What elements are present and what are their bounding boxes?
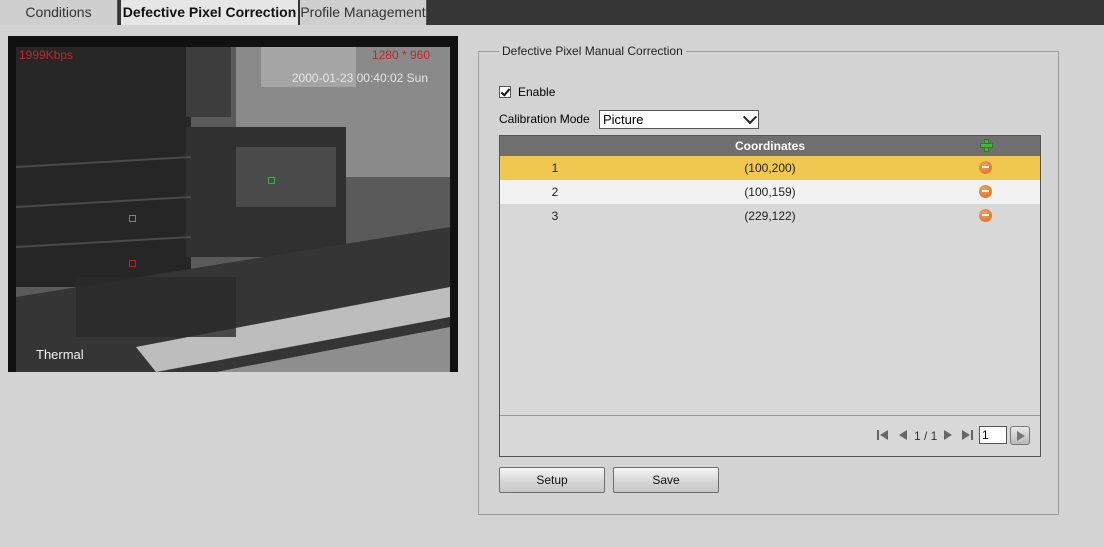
bitrate-overlay: 1999Kbps (19, 48, 74, 62)
row-coordinates: (100,159) (744, 185, 796, 199)
pixel-marker-2[interactable] (129, 215, 136, 222)
row-index: 2 (551, 185, 559, 199)
row-coordinates: (100,200) (744, 161, 796, 175)
row-index: 3 (551, 209, 559, 223)
group-title: Defective Pixel Manual Correction (499, 44, 686, 58)
page-number-input[interactable]: 1 (979, 426, 1007, 444)
tab-defective-pixel-correction[interactable]: Defective Pixel Correction (121, 0, 298, 25)
coordinates-table: Coordinates 1 (100,200) 2 (100,159) 3 (2… (499, 135, 1041, 457)
go-page-icon[interactable] (1010, 426, 1030, 445)
delete-icon[interactable] (979, 209, 992, 222)
pixel-marker-3[interactable] (129, 260, 136, 267)
first-page-icon[interactable] (877, 428, 889, 442)
thermal-scene (16, 47, 450, 372)
enable-label: Enable (518, 84, 556, 99)
calibration-mode-label: Calibration Mode (499, 112, 590, 126)
calibration-mode-select[interactable]: Picture (599, 110, 759, 129)
channel-name-overlay: Thermal (36, 347, 84, 362)
enable-row: Enable (499, 84, 555, 99)
pixel-marker-1[interactable] (268, 177, 275, 184)
table-row[interactable]: 3 (229,122) (500, 204, 1040, 228)
save-button[interactable]: Save (613, 467, 719, 493)
row-coordinates: (229,122) (744, 209, 796, 223)
resolution-overlay: 1280 * 960 (371, 48, 430, 62)
video-preview[interactable]: 1999Kbps 1280 * 960 2000-01-23 00:40:02 … (8, 36, 458, 372)
table-row[interactable]: 2 (100,159) (500, 180, 1040, 204)
tab-bar: Conditions Defective Pixel Correction Pr… (0, 0, 1104, 25)
coordinates-header: Coordinates (734, 139, 805, 153)
add-icon[interactable] (980, 139, 993, 152)
row-index: 1 (551, 161, 559, 175)
enable-checkbox[interactable] (499, 85, 511, 98)
tab-profile-management[interactable]: Profile Management (300, 0, 427, 25)
timestamp-overlay: 2000-01-23 00:40:02 Sun (291, 71, 428, 85)
thermal-image[interactable]: 1999Kbps 1280 * 960 2000-01-23 00:40:02 … (16, 47, 450, 372)
delete-icon[interactable] (979, 161, 992, 174)
page-indicator: 1 / 1 (914, 429, 938, 443)
last-page-icon[interactable] (961, 428, 973, 442)
tab-conditions[interactable]: Conditions (0, 0, 118, 25)
calibration-mode-value: Picture (603, 112, 644, 127)
table-row[interactable]: 1 (100,200) (500, 156, 1040, 180)
pager-divider (500, 415, 1040, 416)
next-page-icon[interactable] (942, 428, 954, 442)
pagination: 1 / 1 1 (500, 426, 1040, 446)
chevron-down-icon (742, 110, 758, 125)
delete-icon[interactable] (979, 185, 992, 198)
table-header: Coordinates (500, 136, 1040, 156)
prev-page-icon[interactable] (897, 428, 909, 442)
setup-button[interactable]: Setup (499, 467, 605, 493)
